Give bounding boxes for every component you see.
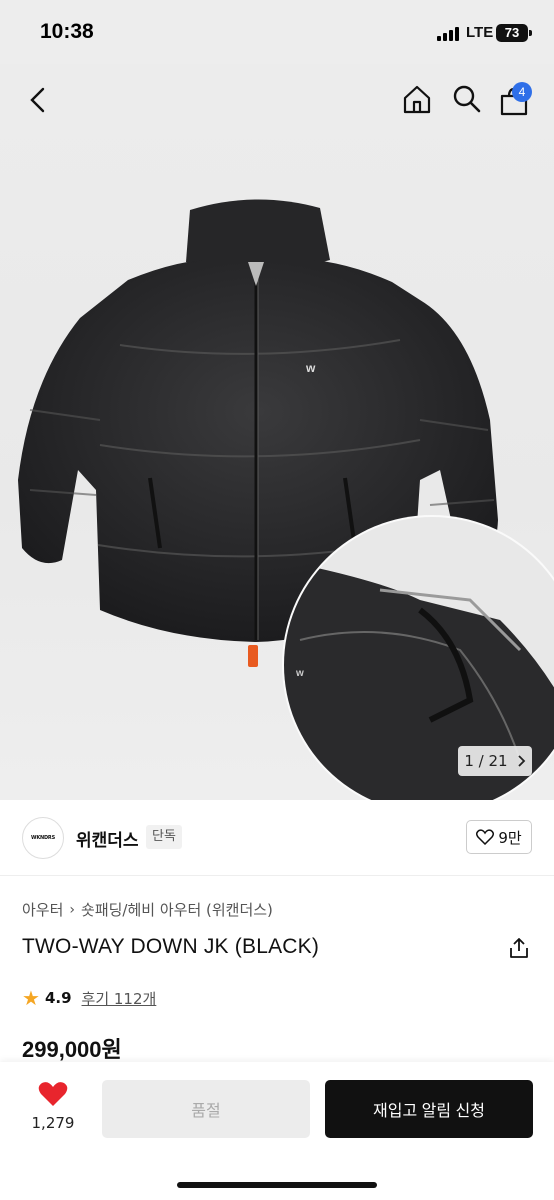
home-icon bbox=[403, 85, 431, 114]
image-counter[interactable]: 1 / 21 bbox=[458, 746, 532, 776]
battery-icon: 73 bbox=[496, 24, 528, 42]
product-image-gallery[interactable]: w w bbox=[0, 64, 554, 800]
svg-text:w: w bbox=[305, 361, 316, 375]
brand-logo[interactable]: WKNDRS bbox=[22, 817, 64, 859]
product-title: TWO-WAY DOWN JK (BLACK) bbox=[22, 935, 320, 958]
battery-tip bbox=[529, 30, 532, 36]
wishlist-count: 1,279 bbox=[31, 1114, 75, 1132]
network-label: LTE bbox=[466, 24, 494, 41]
rating-row: ★ 4.9 후기 112개 bbox=[22, 986, 156, 1010]
product-image: w w bbox=[18, 199, 554, 800]
exclusive-badge: 단독 bbox=[146, 825, 182, 849]
svg-text:w: w bbox=[295, 668, 304, 679]
brand-row: WKNDRS 위캔더스 단독 9만 bbox=[0, 800, 554, 876]
wishlist-button[interactable]: 1,279 bbox=[22, 1080, 84, 1132]
bottom-action-bar: 1,279 품절 재입고 알림 신청 bbox=[0, 1062, 554, 1200]
breadcrumb-item[interactable]: 숏패딩/헤비 아우터 (위캔더스) bbox=[81, 899, 273, 920]
brand-name[interactable]: 위캔더스 bbox=[76, 826, 139, 851]
status-time: 10:38 bbox=[40, 20, 94, 43]
search-icon bbox=[453, 85, 481, 113]
rating-score: 4.9 bbox=[44, 989, 72, 1007]
heart-filled-icon bbox=[38, 1082, 68, 1106]
brand-like-button[interactable]: 9만 bbox=[466, 820, 532, 854]
share-icon bbox=[510, 938, 528, 958]
brand-like-count: 9만 bbox=[498, 828, 522, 847]
status-bar: 10:38 LTE 73 bbox=[0, 0, 554, 64]
soldout-button: 품절 bbox=[102, 1080, 310, 1138]
review-count-link[interactable]: 후기 112개 bbox=[82, 988, 157, 1009]
back-button[interactable] bbox=[26, 86, 50, 118]
product-price: 299,000원 bbox=[22, 1037, 122, 1062]
signal-icon bbox=[437, 27, 459, 41]
cart-count-badge: 4 bbox=[512, 82, 532, 102]
breadcrumb: 아우터 › 숏패딩/헤비 아우터 (위캔더스) bbox=[22, 899, 273, 920]
chevron-left-icon bbox=[30, 87, 45, 113]
star-icon: ★ bbox=[22, 986, 40, 1010]
heart-outline-icon bbox=[476, 829, 495, 845]
chevron-right-icon bbox=[517, 755, 525, 767]
share-button[interactable] bbox=[508, 937, 530, 963]
search-button[interactable] bbox=[452, 84, 482, 118]
home-indicator bbox=[177, 1182, 377, 1188]
breadcrumb-item[interactable]: 아우터 bbox=[22, 899, 63, 920]
restock-alert-button[interactable]: 재입고 알림 신청 bbox=[325, 1080, 533, 1138]
home-button[interactable] bbox=[402, 84, 432, 118]
chevron-right-icon: › bbox=[69, 901, 76, 918]
image-counter-label: 1 / 21 bbox=[464, 752, 508, 770]
